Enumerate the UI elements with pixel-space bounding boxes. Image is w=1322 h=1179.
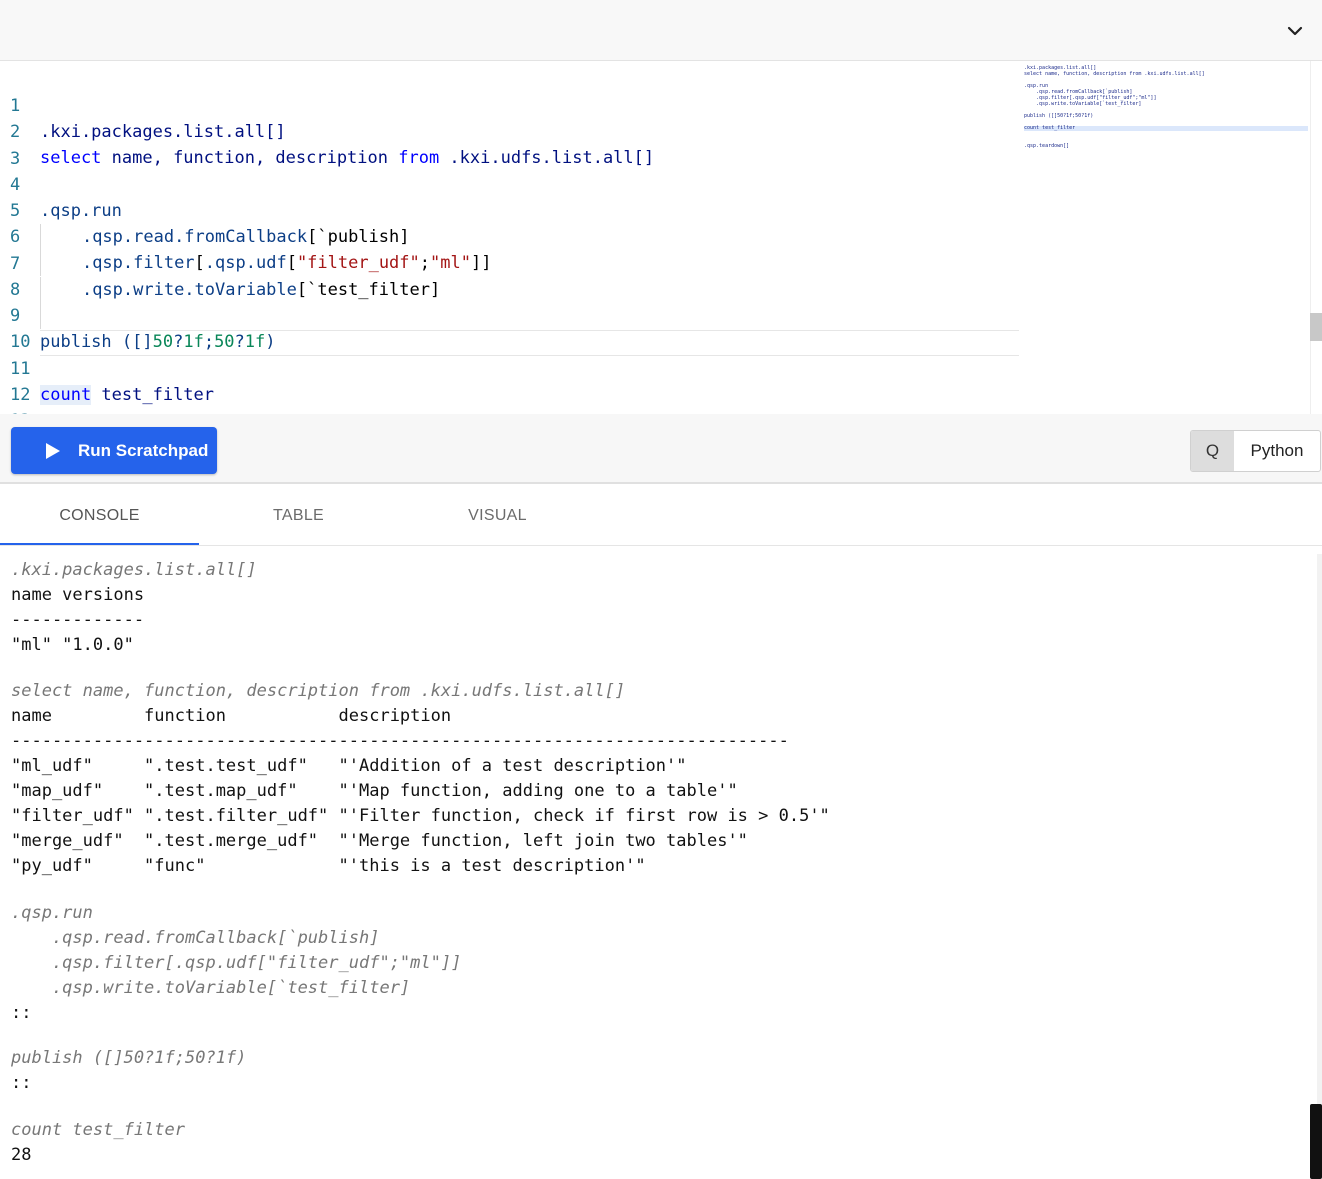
editor-scrollbar[interactable] bbox=[1310, 61, 1322, 414]
run-scratchpad-button[interactable]: Run Scratchpad bbox=[11, 427, 217, 474]
editor-line[interactable]: 12 bbox=[0, 356, 1020, 405]
editor-line[interactable]: 5 .qsp.read.fromCallback[`publish] bbox=[0, 172, 1020, 250]
editor-scrollbar-thumb[interactable] bbox=[1310, 313, 1322, 341]
console-echo-line: .qsp.run bbox=[11, 903, 93, 923]
editor-line[interactable]: 8 bbox=[0, 251, 1020, 329]
editor-line[interactable]: 11 count test_filter bbox=[0, 330, 1020, 405]
editor-line[interactable]: 9 publish ([]50?1f;50?1f) bbox=[0, 277, 1020, 352]
run-toolbar: Run Scratchpad Q Python bbox=[0, 414, 1322, 484]
console-output-line: 28 bbox=[11, 1145, 32, 1165]
console-output-line: :: bbox=[11, 1073, 32, 1093]
console-output[interactable]: .kxi.packages.list.all[] name versions ---… bbox=[0, 546, 1310, 1179]
console-output-line: :: bbox=[11, 1003, 32, 1023]
console-echo-line: .qsp.read.fromCallback[`publish] bbox=[11, 928, 380, 948]
console-output-line: "ml_udf" ".test.test_udf" "'Addition of … bbox=[11, 756, 687, 776]
console-echo-line: select name, function, description from … bbox=[11, 681, 626, 701]
editor-minimap[interactable]: .kxi.packages.list.all[] select name, fun… bbox=[1024, 65, 1310, 205]
console-output-line: name function description bbox=[11, 706, 452, 726]
tab-visual[interactable]: VISUAL bbox=[398, 484, 597, 545]
editor-line[interactable]: 6 .qsp.filter[.qsp.udf["filter_udf";"ml"… bbox=[0, 198, 1020, 276]
editor-line[interactable]: 4 .qsp.run bbox=[0, 146, 1020, 221]
tab-console[interactable]: CONSOLE bbox=[0, 484, 199, 545]
run-scratchpad-label: Run Scratchpad bbox=[78, 440, 209, 460]
editor-line[interactable]: 1 .kxi.packages.list.all[] bbox=[0, 67, 1020, 142]
console-output-line: name versions bbox=[11, 585, 145, 605]
console-output-line: "ml" "1.0.0" bbox=[11, 635, 134, 655]
minimap-lines: .kxi.packages.list.all[] select name, fun… bbox=[1024, 65, 1310, 149]
editor-line[interactable]: 10 bbox=[0, 303, 1020, 352]
console-output-line: "merge_udf" ".test.merge_udf" "'Merge fu… bbox=[11, 831, 748, 851]
editor-line[interactable]: 2 select name, function, description fro… bbox=[0, 93, 1020, 168]
editor-line[interactable]: 3 bbox=[0, 120, 1020, 169]
output-tabs: CONSOLE TABLE VISUAL bbox=[0, 484, 1322, 546]
minimap-line: .qsp.teardown[] bbox=[1024, 143, 1070, 149]
console-scrollbar-thumb[interactable] bbox=[1310, 1104, 1322, 1179]
language-q-button[interactable]: Q bbox=[1191, 431, 1234, 471]
console-output-line: "py_udf" "func" "'this is a test descrip… bbox=[11, 856, 646, 876]
console-scrollbar[interactable] bbox=[1317, 554, 1322, 1179]
console-output-line: ------------- bbox=[11, 610, 145, 630]
console-echo-line: .qsp.write.toVariable[`test_filter] bbox=[11, 978, 411, 998]
code-editor[interactable]: 1 .kxi.packages.list.all[] 2 select name… bbox=[0, 61, 1322, 414]
console-echo-line: publish ([]50?1f;50?1f) bbox=[11, 1048, 247, 1068]
language-python-button[interactable]: Python bbox=[1234, 431, 1320, 471]
top-bar bbox=[0, 0, 1322, 61]
console-echo-line: count test_filter bbox=[11, 1120, 185, 1140]
console-output-line: "filter_udf" ".test.filter_udf" "'Filter… bbox=[11, 806, 830, 826]
console-echo-line: .qsp.filter[.qsp.udf["filter_udf";"ml"]] bbox=[11, 953, 462, 973]
chevron-down-icon[interactable] bbox=[1286, 22, 1304, 40]
play-icon bbox=[46, 442, 60, 459]
language-toggle[interactable]: Q Python bbox=[1190, 430, 1321, 472]
tab-table[interactable]: TABLE bbox=[199, 484, 398, 545]
console-echo-line: .kxi.packages.list.all[] bbox=[11, 560, 257, 580]
editor-line[interactable]: 7 .qsp.write.toVariable[`test_filter] bbox=[0, 225, 1020, 303]
console-output-line: "map_udf" ".test.map_udf" "'Map function… bbox=[11, 781, 738, 801]
console-output-line: ----------------------------------------… bbox=[11, 731, 789, 751]
editor-line[interactable]: 13 bbox=[0, 382, 1020, 414]
